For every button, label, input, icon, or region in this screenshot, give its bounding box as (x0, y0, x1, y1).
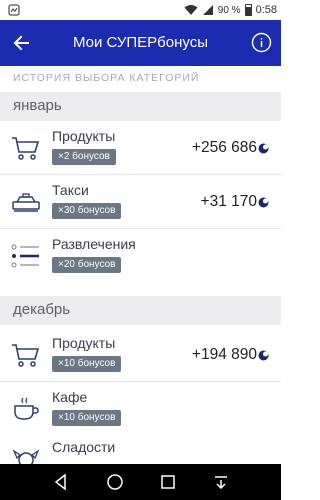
bonus-coin-icon (258, 350, 269, 361)
month-label: январь (13, 97, 62, 114)
battery-percent: 90 % (217, 4, 241, 16)
recents-nav-icon[interactable] (159, 473, 177, 491)
multiplier-badge: ×2 бонусов (52, 149, 116, 165)
category-name: Кафе (52, 389, 88, 405)
history-caption: ИСТОРИЯ ВЫБОРА КАТЕГОРИЙ (13, 72, 200, 84)
battery-icon (244, 4, 252, 16)
status-bar: 90 % 0:58 (0, 0, 281, 20)
multiplier-badge: ×30 бонусов (52, 203, 122, 219)
page-title: Мои СУПЕРбонусы (72, 34, 209, 51)
bonus-amount: +194 890 (191, 346, 257, 363)
app-header: Мои СУПЕРбонусы (0, 20, 281, 66)
list-item-taxi-jan[interactable]: Такси ×30 бонусов +31 170 (0, 175, 281, 229)
list-item-cafe-dec[interactable]: Кафе ×10 бонусов (0, 382, 281, 436)
cart-icon (12, 344, 40, 367)
month-header-january: январь (0, 92, 281, 121)
multiplier-badge: ×10 бонусов (52, 356, 122, 372)
category-name: Продукты (52, 335, 116, 351)
month-header-december: декабрь (0, 296, 281, 325)
cart-icon (12, 137, 40, 160)
system-nav-bar (0, 464, 281, 500)
bonus-coin-icon (258, 143, 269, 154)
month-label: декабрь (13, 301, 71, 318)
notifications-pull-icon[interactable] (212, 473, 230, 491)
notification-icon (8, 4, 20, 16)
back-nav-icon[interactable] (52, 473, 70, 491)
list-item-entertainment-jan[interactable]: Развлечения ×20 бонусов (0, 229, 281, 283)
list-item-groceries-jan[interactable]: Продукты ×2 бонусов +256 686 (0, 121, 281, 175)
category-name: Сладости (52, 439, 116, 455)
signal-icon (202, 5, 213, 15)
bonus-amount: +31 170 (200, 193, 257, 210)
taxi-icon (12, 193, 40, 212)
clock: 0:58 (255, 4, 277, 16)
multiplier-badge: ×20 бонусов (52, 257, 122, 273)
category-name: Продукты (52, 128, 116, 144)
list-item-groceries-dec[interactable]: Продукты ×10 бонусов +194 890 (0, 328, 281, 382)
info-icon[interactable] (251, 32, 272, 53)
wifi-icon (184, 5, 198, 15)
category-name: Такси (52, 182, 89, 198)
multiplier-badge: ×10 бонусов (52, 410, 122, 426)
cup-icon (14, 397, 39, 420)
category-name: Развлечения (52, 236, 136, 252)
home-nav-icon[interactable] (106, 473, 124, 491)
bonus-coin-icon (258, 197, 269, 208)
bonus-amount: +256 686 (191, 139, 257, 156)
list-icon (11, 244, 39, 268)
